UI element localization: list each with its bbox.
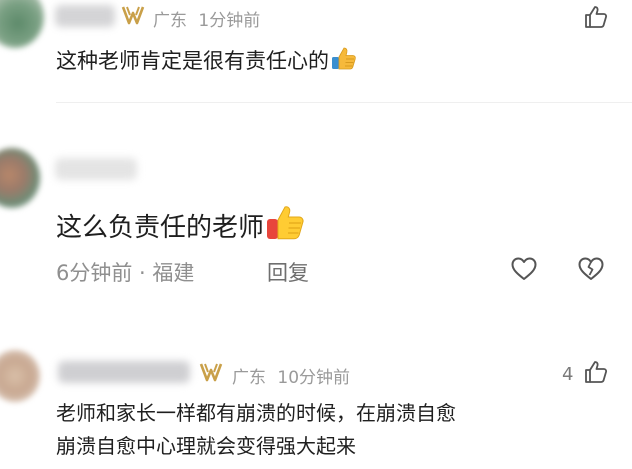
comment-footer: 6分钟前 · 福建 bbox=[56, 261, 195, 285]
avatar[interactable] bbox=[0, 0, 44, 48]
broken-heart-icon[interactable] bbox=[577, 256, 605, 286]
avatar[interactable] bbox=[0, 350, 40, 402]
thumbs-up-emoji-icon bbox=[266, 203, 306, 248]
timestamp: 10分钟前 bbox=[277, 368, 351, 388]
divider bbox=[56, 102, 632, 103]
username-blurred[interactable] bbox=[55, 5, 115, 27]
comment-text-line: 老师和家长一样都有崩溃的时候，在崩溃自愈 bbox=[56, 401, 456, 425]
thumbs-up-emoji-icon bbox=[331, 45, 357, 76]
location: 广东 bbox=[153, 11, 187, 31]
comment-text: 这么负责任的老师 bbox=[56, 203, 306, 248]
avatar[interactable] bbox=[0, 148, 40, 208]
comment-meta: 广东 1分钟前 bbox=[153, 6, 260, 31]
location: 广东 bbox=[232, 368, 266, 388]
comment-text-content: 这种老师肯定是很有责任心的 bbox=[56, 49, 329, 73]
comment-text: 这种老师肯定是很有责任心的 bbox=[56, 45, 357, 76]
reply-button[interactable]: 回复 bbox=[267, 257, 309, 287]
comment-text: 老师和家长一样都有崩溃的时候，在崩溃自愈 崩溃自愈中心理就会变得强大起来 bbox=[56, 397, 456, 463]
comment-text-line: 崩溃自愈中心理就会变得强大起来 bbox=[56, 434, 356, 458]
timestamp: 1分钟前 bbox=[198, 11, 261, 31]
username-blurred[interactable] bbox=[55, 158, 137, 180]
comment-text-content: 这么负责任的老师 bbox=[56, 213, 265, 243]
heart-icon[interactable] bbox=[510, 256, 538, 286]
vip-badge-icon bbox=[199, 361, 223, 388]
vip-badge-icon bbox=[121, 4, 145, 31]
thumbs-up-icon[interactable] bbox=[583, 359, 609, 389]
like-count: 4 bbox=[562, 364, 574, 385]
thumbs-up-icon[interactable] bbox=[583, 4, 609, 34]
comment-meta: 广东 10分钟前 bbox=[232, 363, 350, 388]
username-blurred[interactable] bbox=[58, 361, 190, 383]
